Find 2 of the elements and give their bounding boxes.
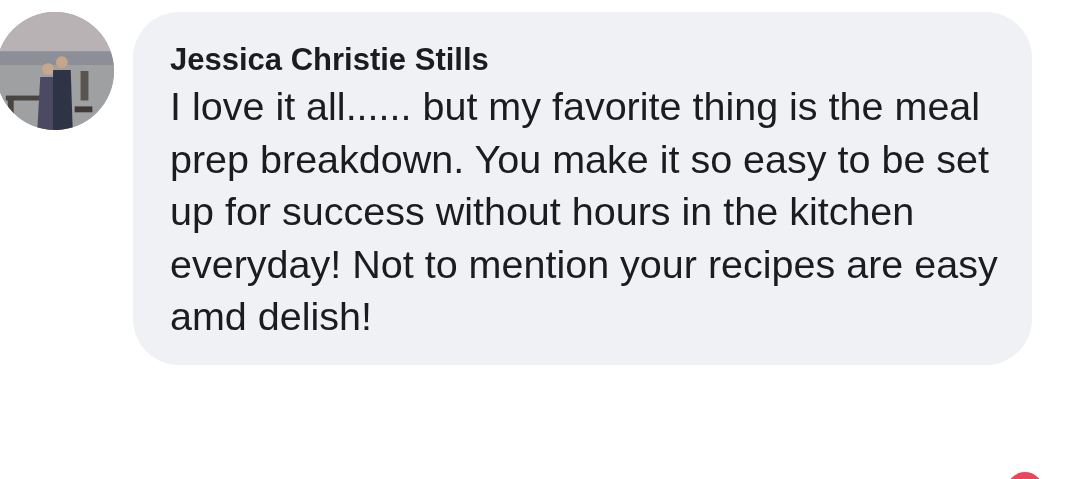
comment-text: I love it all...... but my favorite thing is the meal prep breakdown. You make it so easy to be set up for success without hours in the kitchen everyday! Not to mention your recipes are easy amd delish! (170, 83, 999, 340)
author-name[interactable]: Jessica Christie Stills (170, 40, 1012, 80)
